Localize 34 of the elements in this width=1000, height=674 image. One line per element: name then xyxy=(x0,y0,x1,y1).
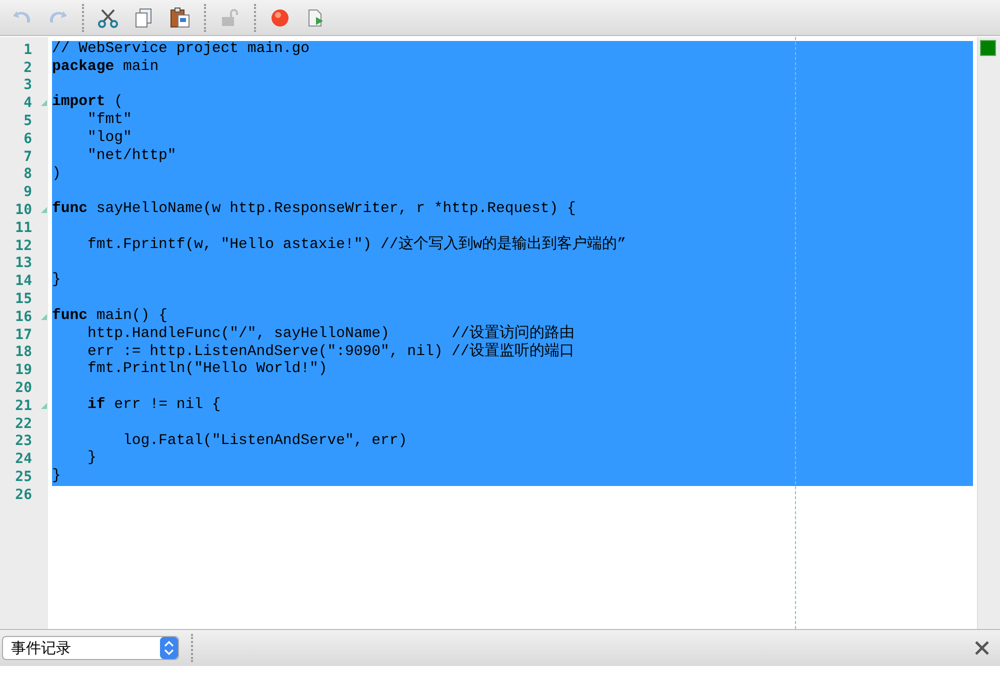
line-number: 9 xyxy=(24,184,32,200)
line-number: 17 xyxy=(15,326,32,343)
line-number: 19 xyxy=(15,362,32,378)
event-log-dropdown[interactable]: 事件记录 xyxy=(2,636,179,660)
line-number: 16 xyxy=(15,308,32,325)
line-number: 14 xyxy=(15,273,32,290)
stepper-icon xyxy=(160,637,178,659)
line-number: 6 xyxy=(24,130,32,147)
line-number: 2 xyxy=(24,60,32,76)
line-number: 18 xyxy=(15,344,32,360)
line-number: 1 xyxy=(24,42,32,58)
line-number: 5 xyxy=(24,113,32,130)
line-number: 26 xyxy=(15,486,32,503)
line-number: 23 xyxy=(15,433,32,450)
line-number: 3 xyxy=(24,77,32,94)
status-marker xyxy=(980,40,996,56)
line-number: 15 xyxy=(15,291,32,308)
clipboard-icon xyxy=(169,6,191,28)
line-number: 24 xyxy=(15,451,32,468)
record-icon xyxy=(270,8,290,28)
line-number: 8 xyxy=(24,166,32,182)
line-number: 20 xyxy=(15,380,32,396)
copy-icon xyxy=(134,6,154,28)
line-number: 12 xyxy=(15,238,32,254)
line-number: 13 xyxy=(15,255,32,272)
line-number: 22 xyxy=(15,416,32,432)
line-number: 10 xyxy=(15,202,32,218)
line-number: 21 xyxy=(15,398,32,414)
line-number: 7 xyxy=(24,148,32,165)
line-number: 25 xyxy=(15,469,32,486)
scissors-icon xyxy=(97,6,119,28)
line-number: 4 xyxy=(24,95,32,112)
line-number: 11 xyxy=(15,220,32,236)
padlock-icon xyxy=(220,8,240,28)
